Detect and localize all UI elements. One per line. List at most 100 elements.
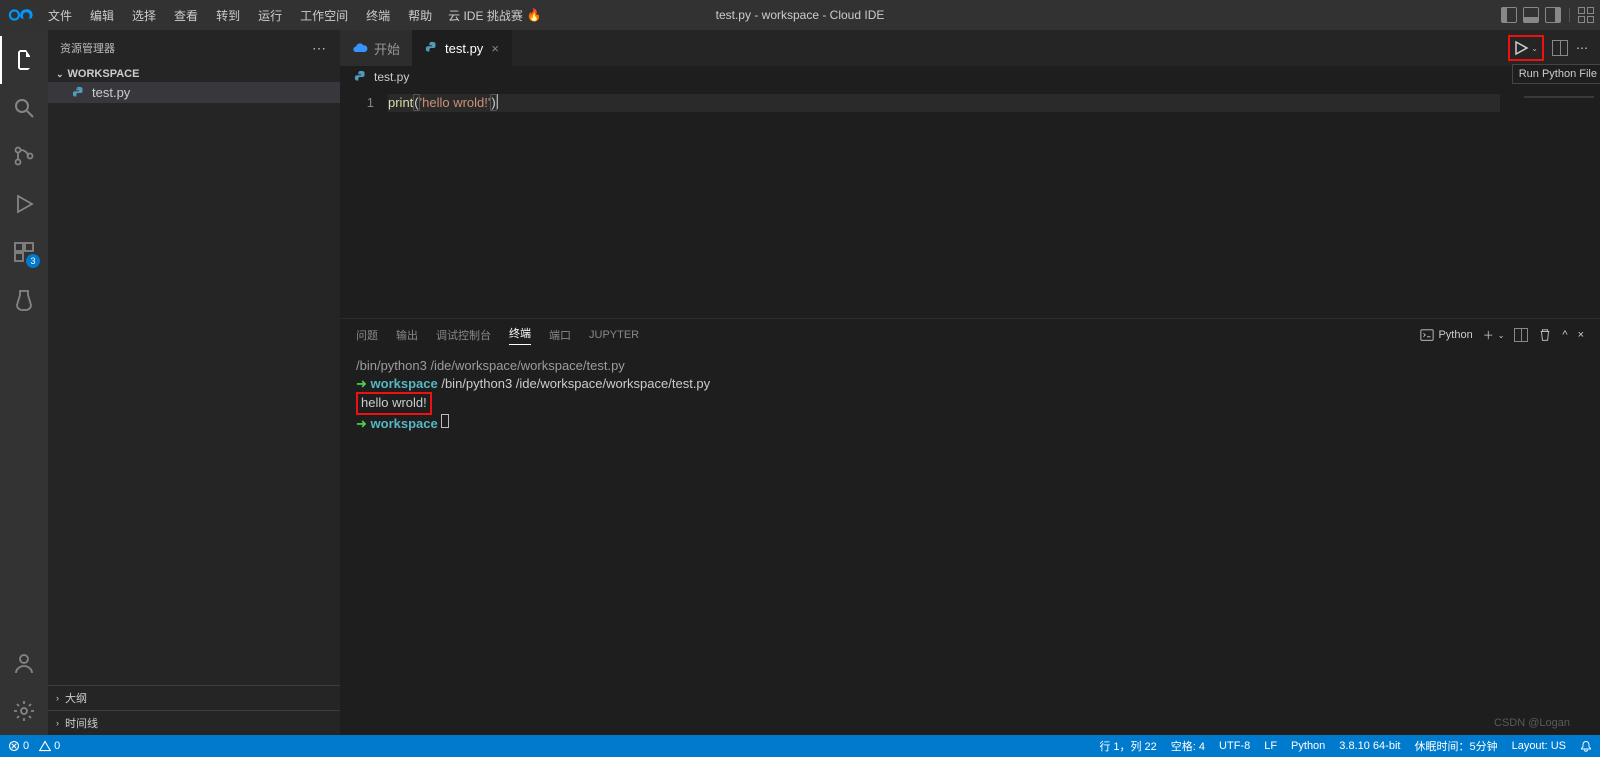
error-count: 0 <box>23 740 29 752</box>
menu-run[interactable]: 运行 <box>250 3 290 28</box>
menu-items: 文件 编辑 选择 查看 转到 运行 工作空间 终端 帮助 <box>40 3 440 28</box>
panel-tab-jupyter[interactable]: JUPYTER <box>589 329 639 341</box>
timeline-label: 时间线 <box>65 715 98 731</box>
outline-label: 大纲 <box>65 690 87 706</box>
code-editor[interactable]: 1 print('hello wrold!') <box>340 88 1600 318</box>
menu-select[interactable]: 选择 <box>124 3 164 28</box>
editor-main: 开始 test.py × ⌄ ⋯ Run Python File test.py <box>340 30 1600 735</box>
status-spaces[interactable]: 空格: 4 <box>1171 738 1205 754</box>
activity-account[interactable] <box>0 639 48 687</box>
sidebar-header: 资源管理器 ⋯ <box>48 30 340 66</box>
tab-file-label: test.py <box>445 41 483 56</box>
activity-search[interactable] <box>0 84 48 132</box>
terminal-line: ➜ workspace <box>356 414 1584 433</box>
status-bell-icon[interactable] <box>1580 740 1592 752</box>
panel-left-icon[interactable] <box>1501 7 1517 23</box>
chevron-right-icon: › <box>56 693 59 703</box>
editor-tabs: 开始 test.py × ⌄ ⋯ Run Python File <box>340 30 1600 66</box>
menu-file[interactable]: 文件 <box>40 3 80 28</box>
status-cursor[interactable]: 行 1，列 22 <box>1099 738 1156 754</box>
minimap[interactable] <box>1500 88 1600 318</box>
menu-view[interactable]: 查看 <box>166 3 206 28</box>
status-encoding[interactable]: UTF-8 <box>1219 740 1250 752</box>
status-language[interactable]: Python <box>1291 740 1325 752</box>
panel-tab-debug[interactable]: 调试控制台 <box>436 327 491 343</box>
status-warnings[interactable]: 0 <box>39 740 60 752</box>
activity-run[interactable] <box>0 180 48 228</box>
activity-testing[interactable] <box>0 276 48 324</box>
activity-explorer[interactable] <box>0 36 48 84</box>
python-file-icon <box>72 86 86 100</box>
more-actions-icon[interactable]: ⋯ <box>1576 41 1590 55</box>
split-editor-icon[interactable] <box>1552 40 1568 56</box>
titlebar-controls <box>1501 7 1594 23</box>
layout-grid-icon[interactable] <box>1578 7 1594 23</box>
file-name: test.py <box>92 85 130 100</box>
panel-tab-ports[interactable]: 端口 <box>549 327 571 343</box>
panel-tab-problems[interactable]: 问题 <box>356 327 378 343</box>
python-file-icon <box>425 41 439 55</box>
run-tooltip: Run Python File <box>1512 64 1600 84</box>
status-errors[interactable]: 0 <box>8 740 29 752</box>
shell-label: Python <box>1438 329 1472 341</box>
breadcrumb-file: test.py <box>374 70 409 84</box>
timeline-section[interactable]: › 时间线 <box>48 710 340 735</box>
terminal[interactable]: /bin/python3 /ide/workspace/workspace/te… <box>340 351 1600 735</box>
sidebar-more-icon[interactable]: ⋯ <box>312 40 328 57</box>
close-icon[interactable]: × <box>491 41 499 56</box>
tab-file[interactable]: test.py × <box>413 30 512 66</box>
status-eol[interactable]: LF <box>1264 740 1277 752</box>
cursor <box>497 94 498 109</box>
separator <box>1569 8 1570 22</box>
activity-bar: 3 <box>0 30 48 735</box>
window-title: test.py - workspace - Cloud IDE <box>716 8 885 22</box>
maximize-panel-icon[interactable]: ^ <box>1562 329 1567 341</box>
chevron-down-icon: ⌄ <box>56 69 64 80</box>
chevron-down-icon[interactable]: ⌄ <box>1531 44 1538 53</box>
gutter: 1 <box>340 88 388 318</box>
challenge-link[interactable]: 云 IDE 挑战赛 🔥 <box>448 7 542 24</box>
menu-terminal[interactable]: 终端 <box>358 3 398 28</box>
terminal-command: /bin/python3 /ide/workspace/workspace/te… <box>441 376 710 391</box>
workspace-label: WORKSPACE <box>68 68 140 80</box>
menu-edit[interactable]: 编辑 <box>82 3 122 28</box>
activity-extensions[interactable]: 3 <box>0 228 48 276</box>
breadcrumb[interactable]: test.py <box>340 66 1600 88</box>
panel-tab-output[interactable]: 输出 <box>396 327 418 343</box>
panel-tab-terminal[interactable]: 终端 <box>509 325 531 345</box>
status-layout[interactable]: Layout: US <box>1512 740 1566 752</box>
menu-goto[interactable]: 转到 <box>208 3 248 28</box>
activity-settings[interactable] <box>0 687 48 735</box>
extensions-badge: 3 <box>26 254 40 268</box>
menu-workspace[interactable]: 工作空间 <box>292 3 356 28</box>
workspace-header[interactable]: ⌄ WORKSPACE <box>48 66 340 82</box>
run-python-button[interactable]: ⌄ <box>1508 35 1544 61</box>
panel: 问题 输出 调试控制台 终端 端口 JUPYTER Python ＋⌄ ^ × <box>340 318 1600 735</box>
close-panel-icon[interactable]: × <box>1578 329 1584 341</box>
panel-bottom-icon[interactable] <box>1523 7 1539 23</box>
fire-icon: 🔥 <box>527 8 542 22</box>
split-terminal-icon[interactable] <box>1514 328 1528 342</box>
chevron-right-icon: › <box>56 718 59 728</box>
terminal-shell-selector[interactable]: Python <box>1420 328 1472 342</box>
menu-help[interactable]: 帮助 <box>400 3 440 28</box>
code-content[interactable]: print('hello wrold!') <box>388 88 1500 318</box>
panel-right-icon[interactable] <box>1545 7 1561 23</box>
challenge-label: 云 IDE 挑战赛 <box>448 7 523 24</box>
outline-section[interactable]: › 大纲 <box>48 685 340 710</box>
watermark: CSDN @Logan <box>1494 717 1570 729</box>
new-terminal-button[interactable]: ＋⌄ <box>1483 327 1505 343</box>
terminal-cursor <box>441 414 449 428</box>
status-idle[interactable]: 休眠时间：5分钟 <box>1414 738 1497 754</box>
python-file-icon <box>354 70 368 84</box>
kill-terminal-icon[interactable] <box>1538 328 1552 342</box>
highlighted-output: hello wrold! <box>356 392 432 415</box>
prompt-arrow-icon: ➜ <box>356 416 371 431</box>
status-python-version[interactable]: 3.8.10 64-bit <box>1339 740 1400 752</box>
file-tree-item[interactable]: test.py <box>48 82 340 103</box>
app-logo <box>6 6 34 24</box>
tab-start[interactable]: 开始 <box>340 30 413 66</box>
prompt-path: workspace <box>371 376 438 391</box>
sidebar-title: 资源管理器 <box>60 40 115 56</box>
activity-scm[interactable] <box>0 132 48 180</box>
